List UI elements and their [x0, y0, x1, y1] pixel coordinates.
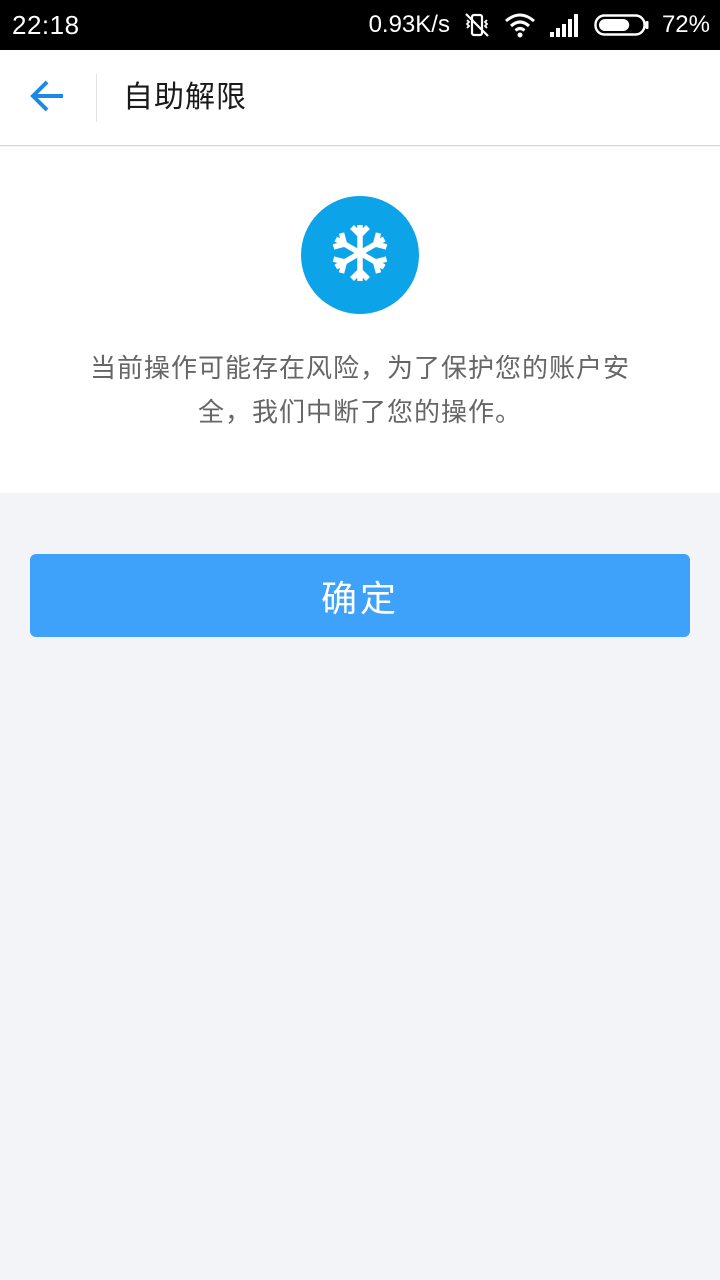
wifi-icon — [504, 12, 536, 38]
arrow-left-icon — [29, 79, 67, 117]
snowflake-icon — [328, 221, 392, 289]
network-speed: 0.93K/s — [368, 11, 450, 38]
confirm-button[interactable]: 确定 — [30, 554, 690, 637]
battery-percent: 72% — [661, 11, 710, 38]
status-time: 22:18 — [12, 9, 80, 40]
page-title: 自助解限 — [123, 80, 247, 115]
status-icons: 0.93K/s 72% — [369, 10, 710, 40]
freeze-badge — [301, 196, 419, 314]
signal-icon — [548, 12, 582, 38]
app-header: 自助解限 — [0, 50, 720, 146]
vibrate-off-icon — [462, 10, 492, 40]
header-divider — [96, 74, 97, 122]
notice-panel: 当前操作可能存在风险，为了保护您的账户安全，我们中断了您的操作。 — [0, 147, 720, 493]
risk-notice-message: 当前操作可能存在风险，为了保护您的账户安全，我们中断了您的操作。 — [89, 354, 630, 428]
battery-icon — [594, 12, 650, 38]
back-button[interactable] — [22, 74, 74, 122]
status-bar: 22:18 0.93K/s 72% — [0, 0, 720, 50]
